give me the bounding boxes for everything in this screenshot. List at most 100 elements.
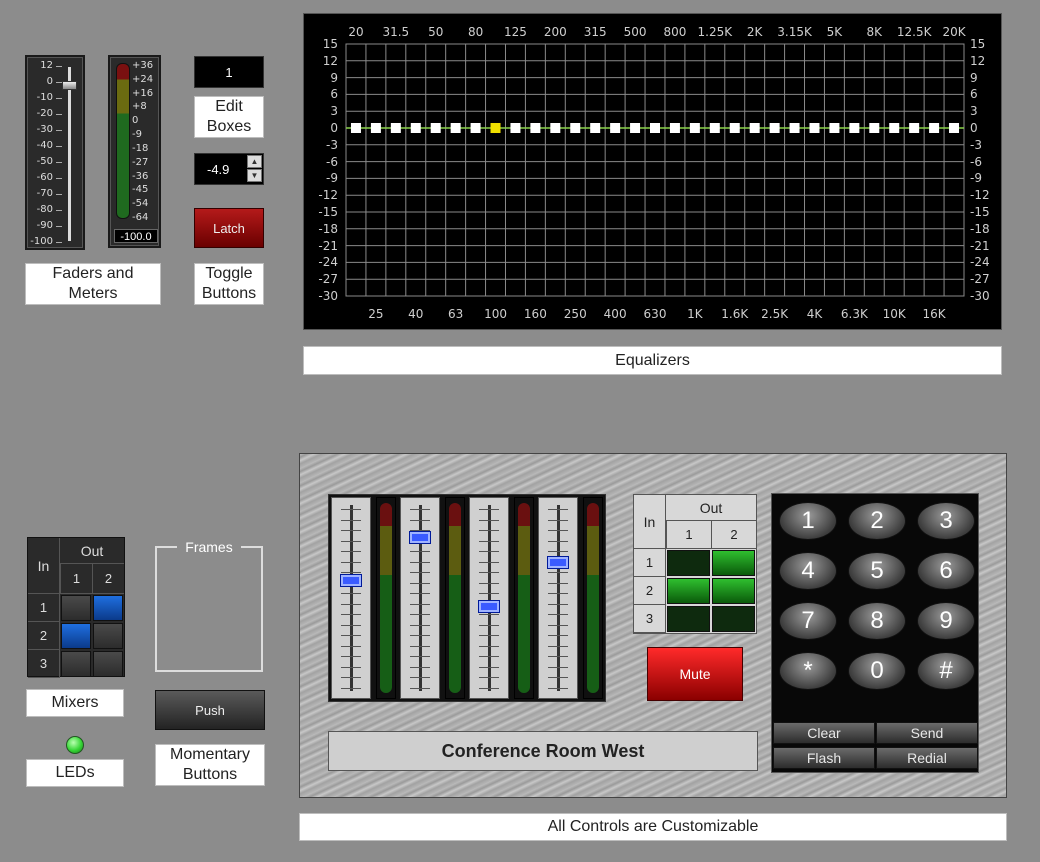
edit-box[interactable]: 1 [194, 56, 264, 88]
spin-up-button[interactable]: ▲ [247, 155, 262, 168]
meter-scale-label: -36 [132, 170, 149, 182]
matrix-crosspoint[interactable] [93, 651, 123, 677]
conference-fader-track[interactable] [488, 505, 491, 691]
eq-freq-label: 125 [503, 25, 527, 39]
eq-band-handle[interactable] [769, 123, 780, 133]
keypad-clear-button[interactable]: Clear [773, 722, 875, 744]
eq-band-handle[interactable] [590, 123, 601, 133]
conference-fader-tick [341, 635, 361, 636]
matrix-crosspoint[interactable] [712, 550, 755, 576]
conference-fader-tick [479, 530, 499, 531]
eq-band-handle[interactable] [450, 123, 461, 133]
matrix-in-row-label: 1 [634, 549, 666, 577]
eq-band-handle[interactable] [550, 123, 561, 133]
eq-band-handle[interactable] [849, 123, 860, 133]
keypad-key[interactable]: # [917, 652, 975, 690]
conference-fader-tick [410, 624, 430, 626]
eq-db-label: -9 [326, 171, 338, 186]
eq-band-handle[interactable] [570, 123, 581, 133]
eq-band-handle[interactable] [530, 123, 541, 133]
eq-band-handle[interactable] [669, 123, 680, 133]
mute-button[interactable]: Mute [647, 647, 743, 701]
keypad-key[interactable]: 4 [779, 552, 837, 590]
keypad-key[interactable]: 8 [848, 602, 906, 640]
eq-db-label: 0 [330, 121, 338, 135]
eq-band-handle[interactable] [869, 123, 880, 133]
conference-fader-track[interactable] [350, 505, 353, 691]
eq-freq-label: 500 [623, 25, 647, 39]
conference-fader-knob[interactable] [547, 556, 569, 570]
matrix-crosspoint[interactable] [667, 578, 710, 604]
keypad-send-button[interactable]: Send [876, 722, 978, 744]
keypad-key[interactable]: 5 [848, 552, 906, 590]
eq-band-handle[interactable] [789, 123, 800, 133]
conference-fader-tick [548, 519, 568, 521]
eq-band-handle[interactable] [390, 123, 401, 133]
eq-band-handle[interactable] [470, 123, 481, 133]
keypad-key[interactable]: 1 [779, 502, 837, 540]
conference-fader-knob[interactable] [340, 573, 362, 587]
eq-db-label: -18 [970, 221, 990, 236]
eq-band-handle[interactable] [490, 123, 501, 133]
keypad-key[interactable]: 7 [779, 602, 837, 640]
eq-band-handle[interactable] [909, 123, 920, 133]
matrix-crosspoint[interactable] [667, 606, 710, 632]
eq-band-handle[interactable] [829, 123, 840, 133]
eq-band-handle[interactable] [370, 123, 381, 133]
keypad-flash-button[interactable]: Flash [773, 747, 875, 769]
caption-line: Faders and [52, 265, 134, 282]
conference-fader-knob[interactable] [478, 600, 500, 614]
conference-fader-tick [341, 666, 361, 668]
keypad-key[interactable]: 2 [848, 502, 906, 540]
eq-freq-label: 16K [922, 307, 946, 321]
eq-band-handle[interactable] [709, 123, 720, 133]
matrix-crosspoint[interactable] [712, 578, 755, 604]
eq-band-handle[interactable] [610, 123, 621, 133]
matrix-crosspoint[interactable] [93, 623, 123, 649]
fader-track[interactable] [68, 67, 71, 241]
eq-freq-label: 4K [806, 307, 823, 321]
matrix-crosspoint[interactable] [61, 623, 91, 649]
eq-band-handle[interactable] [689, 123, 700, 133]
eq-band-handle[interactable] [729, 123, 740, 133]
eq-db-label: 6 [330, 87, 338, 102]
keypad-key[interactable]: 9 [917, 602, 975, 640]
conference-fader-knob[interactable] [409, 531, 431, 545]
conference-fader-tick [479, 540, 499, 542]
eq-band-handle[interactable] [350, 123, 361, 133]
eq-band-handle[interactable] [630, 123, 641, 133]
eq-band-handle[interactable] [410, 123, 421, 133]
keypad-redial-button[interactable]: Redial [876, 747, 978, 769]
conference-fader-tick [479, 645, 499, 647]
conference-fader-tick [548, 603, 568, 605]
equalizer-graph[interactable] [304, 14, 1003, 331]
eq-band-handle[interactable] [749, 123, 760, 133]
keypad-key[interactable]: 0 [848, 652, 906, 690]
matrix-crosspoint[interactable] [667, 550, 710, 576]
eq-band-handle[interactable] [430, 123, 441, 133]
caption-line: Boxes [206, 118, 252, 135]
eq-band-handle[interactable] [949, 123, 960, 133]
eq-band-handle[interactable] [510, 123, 521, 133]
eq-band-handle[interactable] [809, 123, 820, 133]
matrix-crosspoint[interactable] [61, 595, 91, 621]
matrix-crosspoint[interactable] [61, 651, 91, 677]
conference-fader-tick [479, 635, 499, 636]
push-button[interactable]: Push [155, 690, 265, 730]
keypad-key[interactable]: 3 [917, 502, 975, 540]
matrix-crosspoint[interactable] [712, 606, 755, 632]
latch-button[interactable]: Latch [194, 208, 264, 248]
spin-down-button[interactable]: ▼ [247, 169, 262, 182]
conference-fader-track[interactable] [557, 505, 560, 691]
eq-band-handle[interactable] [650, 123, 660, 133]
keypad-key[interactable]: 6 [917, 552, 975, 590]
frames-label: Frames [177, 538, 241, 556]
conference-fader-tick [341, 509, 361, 510]
eq-freq-label: 31.5 [382, 25, 410, 39]
matrix-out-col-label: 1 [666, 521, 711, 549]
matrix-crosspoint[interactable] [93, 595, 123, 621]
eq-band-handle[interactable] [889, 123, 900, 133]
eq-band-handle[interactable] [929, 123, 940, 133]
fader-handle[interactable] [62, 81, 77, 90]
keypad-key[interactable]: * [779, 652, 837, 690]
